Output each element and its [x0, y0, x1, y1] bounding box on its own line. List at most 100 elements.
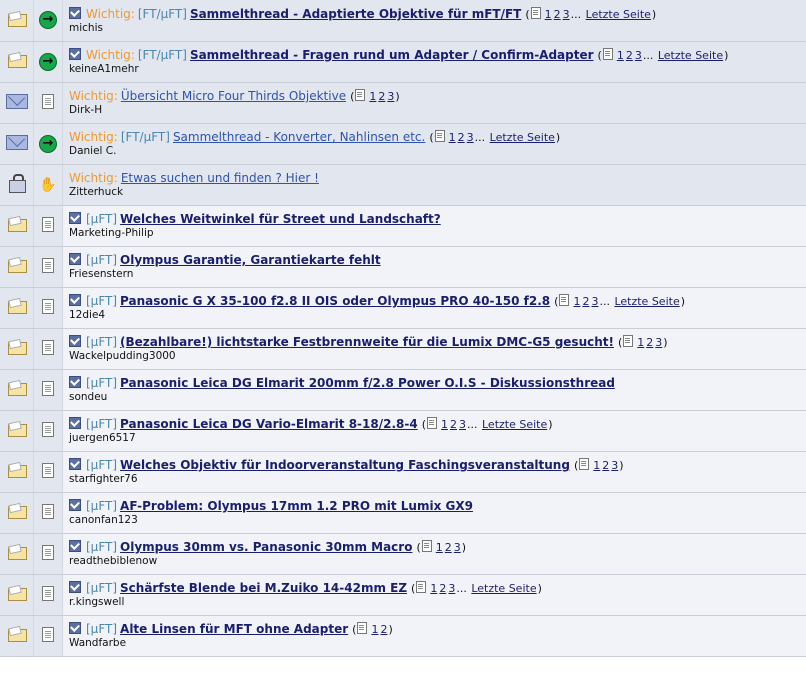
pages-icon: [530, 6, 541, 19]
page-link[interactable]: 2: [626, 49, 633, 62]
page-link[interactable]: 2: [458, 131, 465, 144]
thread-title-link[interactable]: Übersicht Micro Four Thirds Objektive: [121, 89, 346, 103]
page-link[interactable]: 1: [573, 295, 580, 308]
document-icon: [42, 93, 54, 109]
thread-title-line: [µFT] Welches Objektiv für Indoorveransta…: [69, 457, 806, 473]
thread-title-link[interactable]: Olympus Garantie, Garantiekarte fehlt: [120, 253, 381, 267]
page-link[interactable]: 3: [454, 541, 461, 554]
document-icon: [42, 544, 54, 560]
page-link[interactable]: 2: [450, 418, 457, 431]
thread-title-link[interactable]: Sammelthread - Adaptierte Objektive für …: [190, 7, 521, 21]
thread-title-link[interactable]: Sammelthread - Konverter, Nahlinsen etc.: [173, 130, 425, 144]
page-link[interactable]: 2: [380, 623, 387, 636]
page-link[interactable]: 1: [369, 90, 376, 103]
page-link[interactable]: 1: [436, 541, 443, 554]
thread-author: keineA1mehr: [69, 63, 139, 75]
page-link[interactable]: 3: [387, 90, 394, 103]
page-link[interactable]: 1: [430, 582, 437, 595]
folder-hot-icon: [7, 502, 27, 519]
ellipsis: ...: [570, 7, 582, 21]
thread-title-link[interactable]: Etwas suchen und finden ? Hier !: [121, 171, 319, 185]
thread-author: readthebiblenow: [69, 555, 158, 567]
last-page-link[interactable]: Letzte Seite: [482, 418, 547, 431]
page-link[interactable]: 2: [439, 582, 446, 595]
ellipsis: ...: [642, 49, 654, 62]
last-page-link[interactable]: Letzte Seite: [471, 582, 536, 595]
thread-author: juergen6517: [69, 432, 136, 444]
thread-prefix: [µFT]: [86, 376, 118, 390]
thread-title-link[interactable]: Olympus 30mm vs. Panasonic 30mm Macro: [120, 540, 412, 554]
checkmark-icon: [69, 417, 81, 429]
thread-title-line: [µFT] Alte Linsen für MFT ohne Adapter (1 2…: [69, 621, 806, 637]
topic-icon-cell: [33, 574, 63, 616]
thread-title-line: [µFT] AF-Problem: Olympus 17mm 1.2 PRO mi…: [69, 498, 806, 514]
thread-title-line: [µFT] Panasonic Leica DG Vario-Elmarit 8-…: [69, 416, 806, 432]
page-link[interactable]: 3: [635, 49, 642, 62]
important-label: Wichtig:: [86, 48, 135, 62]
page-link[interactable]: 1: [637, 336, 644, 349]
status-cell: [0, 410, 34, 452]
thread-title-link[interactable]: Alte Linsen für MFT ohne Adapter: [120, 622, 348, 636]
thread-title-link[interactable]: Panasonic G X 35-100 f2.8 II OIS oder Ol…: [120, 294, 550, 308]
page-link[interactable]: 3: [563, 8, 570, 21]
thread-title-link[interactable]: (Bezahlbare!) lichtstarke Festbrennweite…: [120, 335, 614, 349]
page-link[interactable]: 3: [591, 295, 598, 308]
pages-icon: [579, 458, 590, 470]
folder-hot-icon: [7, 461, 27, 478]
thread-title-link[interactable]: Welches Objektiv für Indoorveranstaltung…: [120, 458, 570, 472]
status-cell: [0, 451, 34, 493]
page-link[interactable]: 3: [448, 582, 455, 595]
topic-icon-cell: [33, 328, 63, 370]
page-link[interactable]: 1: [545, 8, 552, 21]
pages-icon: [559, 294, 570, 306]
thread-title-link[interactable]: Schärfste Blende bei M.Zuiko 14-42mm EZ: [120, 581, 407, 595]
table-row: → Wichtig: [FT/µFT] Sammelthread - Adaptier…: [0, 0, 806, 42]
page-link[interactable]: 1: [617, 49, 624, 62]
status-cell: [0, 574, 34, 616]
thread-cell: [µFT] Welches Weitwinkel für Street und L…: [62, 205, 806, 247]
topic-icon-cell: ✋: [33, 164, 63, 206]
thread-title-line: [µFT] Welches Weitwinkel für Street und L…: [69, 211, 806, 227]
thread-title-link[interactable]: AF-Problem: Olympus 17mm 1.2 PRO mit Lum…: [120, 499, 473, 513]
page-link[interactable]: 2: [602, 459, 609, 472]
pages-icon: [434, 130, 445, 142]
thread-cell: Wichtig: [FT/µFT] Sammelthread - Adaptiert…: [62, 0, 806, 42]
table-row: [µFT] Alte Linsen für MFT ohne Adapter (1 2…: [0, 615, 806, 657]
last-page-link[interactable]: Letzte Seite: [614, 295, 679, 308]
page-link[interactable]: 3: [611, 459, 618, 472]
page-link[interactable]: 3: [655, 336, 662, 349]
thread-prefix: [µFT]: [86, 581, 118, 595]
page-link[interactable]: 1: [593, 459, 600, 472]
mail-icon: [5, 134, 28, 150]
page-link[interactable]: 2: [582, 295, 589, 308]
thread-prefix: [µFT]: [86, 335, 118, 349]
pagination: (1 2 3): [617, 335, 668, 349]
folder-hot-icon: [7, 297, 27, 314]
page-link[interactable]: 1: [371, 623, 378, 636]
last-page-link[interactable]: Letzte Seite: [586, 8, 651, 21]
green-arrow-icon: →: [39, 52, 57, 71]
thread-title-link[interactable]: Welches Weitwinkel für Street und Landsc…: [120, 212, 441, 226]
page-link[interactable]: 3: [467, 131, 474, 144]
thread-cell: Wichtig: [FT/µFT] Sammelthread - Fragen ru…: [62, 41, 806, 83]
important-label: Wichtig:: [69, 89, 118, 103]
status-cell: [0, 41, 34, 83]
page-link[interactable]: 2: [445, 541, 452, 554]
page-link[interactable]: 2: [554, 8, 561, 21]
page-link[interactable]: 1: [441, 418, 448, 431]
thread-author: canonfan123: [69, 514, 138, 526]
page-link[interactable]: 1: [449, 131, 456, 144]
table-row: [µFT] Olympus Garantie, Garantiekarte feh…: [0, 246, 806, 288]
thread-title-link[interactable]: Panasonic Leica DG Vario-Elmarit 8-18/2.…: [120, 417, 418, 431]
last-page-link[interactable]: Letzte Seite: [658, 49, 723, 62]
thread-title-link[interactable]: Panasonic Leica DG Elmarit 200mm f/2.8 P…: [120, 376, 615, 390]
checkmark-icon: [69, 499, 81, 511]
lock-icon: [8, 174, 26, 193]
page-link[interactable]: 3: [459, 418, 466, 431]
thread-prefix: [µFT]: [86, 458, 118, 472]
page-link[interactable]: 2: [378, 90, 385, 103]
thread-author: 12die4: [69, 309, 106, 321]
page-link[interactable]: 2: [646, 336, 653, 349]
last-page-link[interactable]: Letzte Seite: [490, 131, 555, 144]
thread-title-link[interactable]: Sammelthread - Fragen rund um Adapter / …: [190, 48, 594, 62]
